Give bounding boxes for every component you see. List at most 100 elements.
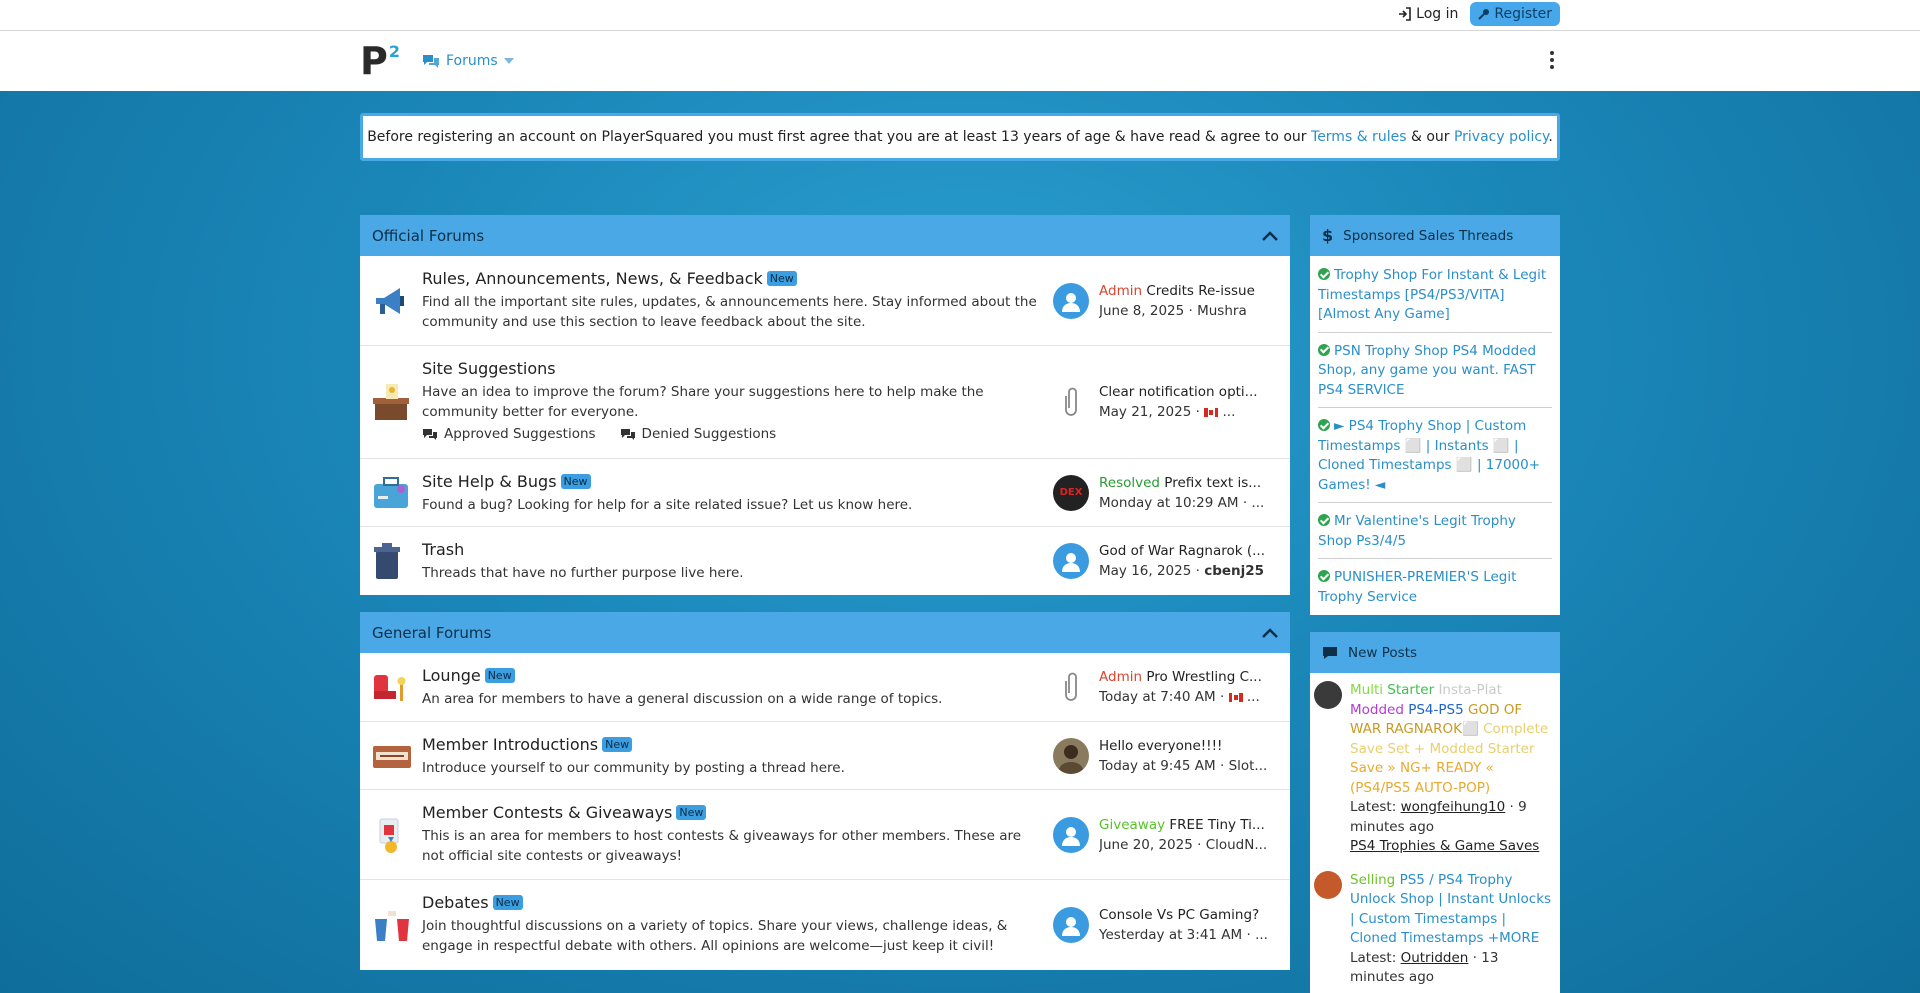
node-title[interactable]: Member Contests & Giveaways — [422, 803, 672, 822]
sponsored-sales-header: $ Sponsored Sales Threads — [1310, 215, 1560, 256]
subforum-link[interactable]: Denied Suggestions — [620, 426, 776, 442]
new-post-item[interactable]: Multi Starter Insta-Plat Modded PS4-PS5 … — [1310, 673, 1560, 863]
node-title[interactable]: Lounge — [422, 666, 481, 685]
terms-link[interactable]: Terms & rules — [1311, 129, 1406, 145]
general-forums-block: General Forums Lounge New An area for mem… — [360, 612, 1290, 970]
last-post-title[interactable]: Admin Credits Re-issue — [1099, 283, 1278, 299]
forums-nav-tab[interactable]: Forums — [422, 53, 514, 69]
sales-thread-link[interactable]: Mr Valentine's Legit Trophy Shop Ps3/4/5 — [1318, 510, 1552, 559]
sales-thread-link[interactable]: ► PS4 Trophy Shop | Custom Timestamps ⬜ … — [1318, 415, 1552, 503]
more-options-icon[interactable] — [1550, 51, 1554, 69]
avatar[interactable] — [1053, 907, 1089, 943]
forum-node[interactable]: Debates New Join thoughtful discussions o… — [360, 880, 1290, 970]
canada-flag-icon — [1204, 407, 1219, 417]
avatar[interactable] — [1053, 737, 1089, 774]
avatar[interactable] — [1053, 543, 1089, 579]
block-title: Sponsored Sales Threads — [1343, 227, 1514, 244]
official-forums-header[interactable]: Official Forums — [360, 215, 1290, 256]
node-title[interactable]: Debates — [422, 893, 489, 912]
last-post-meta: Monday at 10:29 AM · ... — [1099, 494, 1265, 511]
node-title[interactable]: Site Help & Bugs — [422, 472, 557, 491]
last-post-title[interactable]: Console Vs PC Gaming? — [1099, 907, 1278, 923]
avatar[interactable] — [1314, 681, 1342, 709]
check-circle-icon — [1318, 419, 1330, 431]
trash-icon — [374, 543, 400, 579]
comments-icon — [423, 54, 439, 68]
post-meta: Latest: wongfeihung10 · 9 minutes ago — [1350, 799, 1527, 835]
node-description: Have an idea to improve the forum? Share… — [422, 384, 984, 420]
forum-node[interactable]: Member Introductions New Introduce yourse… — [360, 722, 1290, 790]
sales-thread-link[interactable]: PUNISHER-PREMIER'S Legit Trophy Service — [1318, 566, 1552, 609]
auth-buttons: Log in Register — [1390, 2, 1560, 26]
forum-node[interactable]: Rules, Announcements, News, & Feedback Ne… — [360, 256, 1290, 346]
general-forums-header[interactable]: General Forums — [360, 612, 1290, 653]
login-button[interactable]: Log in — [1390, 2, 1466, 26]
gift-medal-icon — [379, 818, 399, 853]
login-label: Log in — [1416, 6, 1459, 22]
last-post: Hello everyone!!!! Today at 9:45 AM · Sl… — [1053, 722, 1278, 789]
avatar[interactable] — [1053, 816, 1089, 853]
user-icon — [1062, 917, 1080, 936]
post-title[interactable]: Multi Starter Insta-Plat Modded PS4-PS5 … — [1350, 681, 1552, 798]
suggestion-box-icon — [373, 384, 409, 420]
block-title: General Forums — [372, 623, 492, 642]
last-post: Clear notification opti... May 21, 2025 … — [1053, 346, 1278, 458]
new-post-item[interactable]: Selling PS5 / PS4 Trophy Unlock Shop | I… — [1310, 863, 1560, 993]
welcome-sign-icon — [373, 745, 411, 768]
last-post-title[interactable]: Hello everyone!!!! — [1099, 738, 1278, 754]
logo-superscript: 2 — [388, 42, 400, 61]
sales-thread-link[interactable]: Trophy Shop For Instant & Legit Timestam… — [1318, 264, 1552, 333]
last-post-meta: June 20, 2025 · CloudN... — [1099, 836, 1268, 853]
new-badge: New — [560, 474, 591, 489]
subforum-link[interactable]: Approved Suggestions — [422, 426, 596, 442]
last-post-meta: June 8, 2025 · Mushra — [1099, 302, 1247, 319]
check-circle-icon — [1318, 514, 1330, 526]
avatar[interactable] — [1314, 870, 1342, 899]
user-photo-icon — [1058, 744, 1084, 774]
forum-node[interactable]: Site Help & Bugs New Found a bug? Looking… — [360, 459, 1290, 527]
nav-bar: P 2 Forums — [0, 31, 1920, 91]
chevron-down-icon[interactable] — [503, 58, 514, 64]
new-badge: New — [766, 271, 797, 286]
last-post-meta: Yesterday at 3:41 AM · ... — [1099, 927, 1268, 943]
post-user-link[interactable]: wongfeihung10 — [1401, 799, 1506, 815]
node-description: Find all the important site rules, updat… — [422, 294, 1037, 330]
comments-icon — [620, 428, 635, 440]
last-post-title[interactable]: Clear notification opti... — [1099, 384, 1278, 400]
register-button[interactable]: Register — [1470, 2, 1560, 26]
last-post-title[interactable]: Resolved Prefix text is... — [1099, 475, 1278, 491]
forum-node[interactable]: Trash Threads that have no further purpo… — [360, 527, 1290, 595]
block-title: Official Forums — [372, 226, 485, 245]
node-description: Join thoughtful discussions on a variety… — [422, 918, 1008, 954]
chevron-up-icon[interactable] — [1262, 230, 1278, 241]
forum-node[interactable]: Site Suggestions Have an idea to improve… — [360, 346, 1290, 459]
post-user-link[interactable]: Outridden — [1401, 950, 1469, 966]
check-circle-icon — [1318, 570, 1330, 582]
node-title[interactable]: Trash — [422, 540, 464, 559]
sponsored-sales-block: $ Sponsored Sales Threads Trophy Shop Fo… — [1310, 215, 1560, 615]
avatar[interactable] — [1053, 384, 1089, 420]
site-logo[interactable]: P 2 — [360, 42, 400, 80]
node-title[interactable]: Member Introductions — [422, 735, 598, 754]
last-post-meta: Today at 9:45 AM · Slot... — [1099, 757, 1268, 774]
logo-letter: P — [360, 39, 388, 83]
sales-thread-link[interactable]: PSN Trophy Shop PS4 Modded Shop, any gam… — [1318, 340, 1552, 408]
node-title[interactable]: Site Suggestions — [422, 359, 556, 378]
node-title[interactable]: Rules, Announcements, News, & Feedback — [422, 269, 763, 288]
post-title[interactable]: Selling PS5 / PS4 Trophy Unlock Shop | I… — [1350, 871, 1552, 949]
block-title: New Posts — [1348, 644, 1418, 661]
avatar[interactable]: DEX — [1053, 474, 1089, 511]
last-post-title[interactable]: Admin Pro Wrestling C... — [1099, 669, 1278, 685]
last-post-title[interactable]: Giveaway FREE Tiny Ti... — [1099, 817, 1278, 833]
avatar[interactable] — [1053, 282, 1089, 319]
privacy-link[interactable]: Privacy policy — [1454, 129, 1548, 145]
key-icon — [1478, 9, 1490, 20]
avatar[interactable] — [1053, 669, 1089, 705]
last-post-title[interactable]: God of War Ragnarok (... — [1099, 543, 1278, 559]
post-forum-link[interactable]: PS4 Trophies & Game Saves — [1350, 837, 1552, 857]
chevron-up-icon[interactable] — [1262, 627, 1278, 638]
last-post-meta: May 21, 2025 · ... — [1099, 404, 1236, 420]
paperclip-icon — [1065, 387, 1077, 416]
forum-node[interactable]: Member Contests & Giveaways New This is a… — [360, 790, 1290, 880]
forum-node[interactable]: Lounge New An area for members to have a … — [360, 653, 1290, 722]
